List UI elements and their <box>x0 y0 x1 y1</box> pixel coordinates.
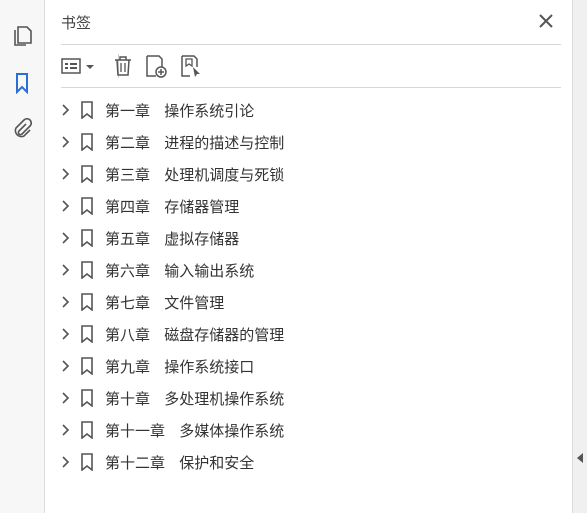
panel-collapse-strip[interactable] <box>572 0 587 513</box>
chevron-right-icon[interactable] <box>59 359 73 373</box>
delete-icon[interactable] <box>111 52 135 80</box>
bookmark-item[interactable]: 第九章 操作系统接口 <box>45 350 573 382</box>
bookmark-label: 第五章 虚拟存储器 <box>105 229 240 248</box>
navigation-rail <box>0 0 45 513</box>
bookmark-item[interactable]: 第三章 处理机调度与死锁 <box>45 158 573 190</box>
collapse-arrow-icon[interactable] <box>576 452 584 464</box>
bookmark-icon <box>79 228 95 248</box>
bookmark-icon <box>79 356 95 376</box>
chevron-right-icon[interactable] <box>59 423 73 437</box>
bookmark-label: 第十一章 多媒体操作系统 <box>105 421 285 440</box>
chevron-right-icon[interactable] <box>59 391 73 405</box>
bookmark-item[interactable]: 第四章 存储器管理 <box>45 190 573 222</box>
bookmark-item[interactable]: 第八章 磁盘存储器的管理 <box>45 318 573 350</box>
chevron-right-icon[interactable] <box>59 199 73 213</box>
bookmark-from-selection-icon[interactable] <box>179 52 203 80</box>
bookmark-label: 第八章 磁盘存储器的管理 <box>105 325 285 344</box>
bookmark-label: 第三章 处理机调度与死锁 <box>105 165 285 184</box>
bookmark-label: 第九章 操作系统接口 <box>105 357 255 376</box>
bookmark-icon <box>79 388 95 408</box>
bookmark-icon <box>79 420 95 440</box>
bookmark-item[interactable]: 第六章 输入输出系统 <box>45 254 573 286</box>
bookmark-icon <box>79 260 95 280</box>
bookmark-label: 第二章 进程的描述与控制 <box>105 133 285 152</box>
options-icon[interactable] <box>61 52 97 80</box>
bookmark-label: 第十章 多处理机操作系统 <box>105 389 285 408</box>
bookmark-icon <box>79 164 95 184</box>
bookmark-item[interactable]: 第七章 文件管理 <box>45 286 573 318</box>
bookmark-item[interactable]: 第十章 多处理机操作系统 <box>45 382 573 414</box>
chevron-right-icon[interactable] <box>59 263 73 277</box>
bookmark-icon <box>79 324 95 344</box>
bookmark-label: 第十二章 保护和安全 <box>105 453 255 472</box>
bookmark-icon[interactable] <box>8 69 36 97</box>
chevron-right-icon[interactable] <box>59 103 73 117</box>
bookmark-label: 第六章 输入输出系统 <box>105 261 255 280</box>
panel-title: 书签 <box>61 14 92 32</box>
pages-icon[interactable] <box>8 22 36 50</box>
bookmark-item[interactable]: 第二章 进程的描述与控制 <box>45 126 573 158</box>
bookmark-item[interactable]: 第十二章 保护和安全 <box>45 446 573 478</box>
bookmark-item[interactable]: 第一章 操作系统引论 <box>45 94 573 126</box>
chevron-right-icon[interactable] <box>59 167 73 181</box>
panel-header: 书签 <box>61 0 561 45</box>
bookmark-label: 第七章 文件管理 <box>105 293 225 312</box>
attachment-icon[interactable] <box>8 115 36 143</box>
close-icon[interactable] <box>535 10 557 32</box>
bookmark-icon <box>79 292 95 312</box>
chevron-right-icon[interactable] <box>59 135 73 149</box>
bookmark-label: 第一章 操作系统引论 <box>105 101 255 120</box>
bookmark-icon <box>79 132 95 152</box>
new-bookmark-icon[interactable] <box>144 52 168 80</box>
chevron-right-icon[interactable] <box>59 295 73 309</box>
bookmark-icon <box>79 100 95 120</box>
bookmark-label: 第四章 存储器管理 <box>105 197 240 216</box>
chevron-right-icon[interactable] <box>59 327 73 341</box>
bookmarks-panel: 书签 第一章 操作系统引论 第二章 进程的描述与控制 第三章 处理机调度与死锁 … <box>45 0 573 513</box>
chevron-right-icon[interactable] <box>59 231 73 245</box>
chevron-right-icon[interactable] <box>59 455 73 469</box>
bookmark-icon <box>79 452 95 472</box>
bookmark-icon <box>79 196 95 216</box>
bookmark-item[interactable]: 第十一章 多媒体操作系统 <box>45 414 573 446</box>
bookmark-list: 第一章 操作系统引论 第二章 进程的描述与控制 第三章 处理机调度与死锁 第四章… <box>45 94 573 478</box>
bookmark-toolbar <box>61 46 561 88</box>
bookmark-item[interactable]: 第五章 虚拟存储器 <box>45 222 573 254</box>
